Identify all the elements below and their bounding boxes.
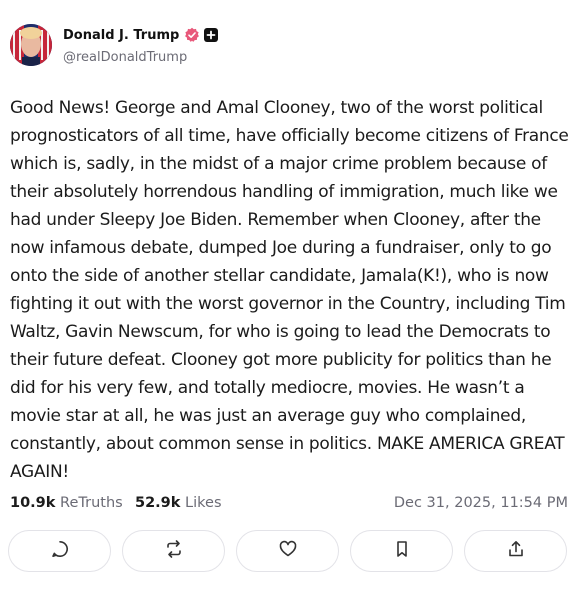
plus-badge-icon	[203, 27, 219, 43]
user-handle[interactable]: @realDonaldTrump	[63, 50, 187, 65]
likes-count: 52.9k	[135, 495, 181, 511]
likes-label: Likes	[185, 495, 222, 511]
avatar[interactable]	[10, 24, 52, 66]
name-row: Donald J. Trump	[63, 27, 219, 43]
post-timestamp[interactable]: Dec 31, 2025, 11:54 PM	[394, 495, 568, 511]
display-name[interactable]: Donald J. Trump	[63, 28, 179, 43]
reply-button[interactable]	[8, 530, 111, 572]
action-bar	[8, 530, 570, 574]
bookmark-icon	[392, 539, 412, 563]
post-text: Good News! George and Amal Clooney, two …	[10, 98, 569, 482]
retruths-label: ReTruths	[60, 495, 123, 511]
retruth-icon	[164, 539, 184, 563]
share-button[interactable]	[464, 530, 567, 572]
post-stats: 10.9k ReTruths 52.9k Likes Dec 31, 2025,…	[10, 495, 568, 515]
retruths-count: 10.9k	[10, 495, 56, 511]
verified-badge-icon	[184, 27, 200, 43]
bookmark-button[interactable]	[350, 530, 453, 572]
like-icon	[278, 539, 298, 563]
post-card: Donald J. Trump @realDonaldTrump Good Ne…	[0, 0, 577, 602]
share-icon	[506, 539, 526, 563]
likes-stat[interactable]: 52.9k Likes	[135, 495, 222, 511]
retruth-button[interactable]	[122, 530, 225, 572]
reply-icon	[50, 539, 70, 563]
like-button[interactable]	[236, 530, 339, 572]
retruths-stat[interactable]: 10.9k ReTruths	[10, 495, 123, 511]
